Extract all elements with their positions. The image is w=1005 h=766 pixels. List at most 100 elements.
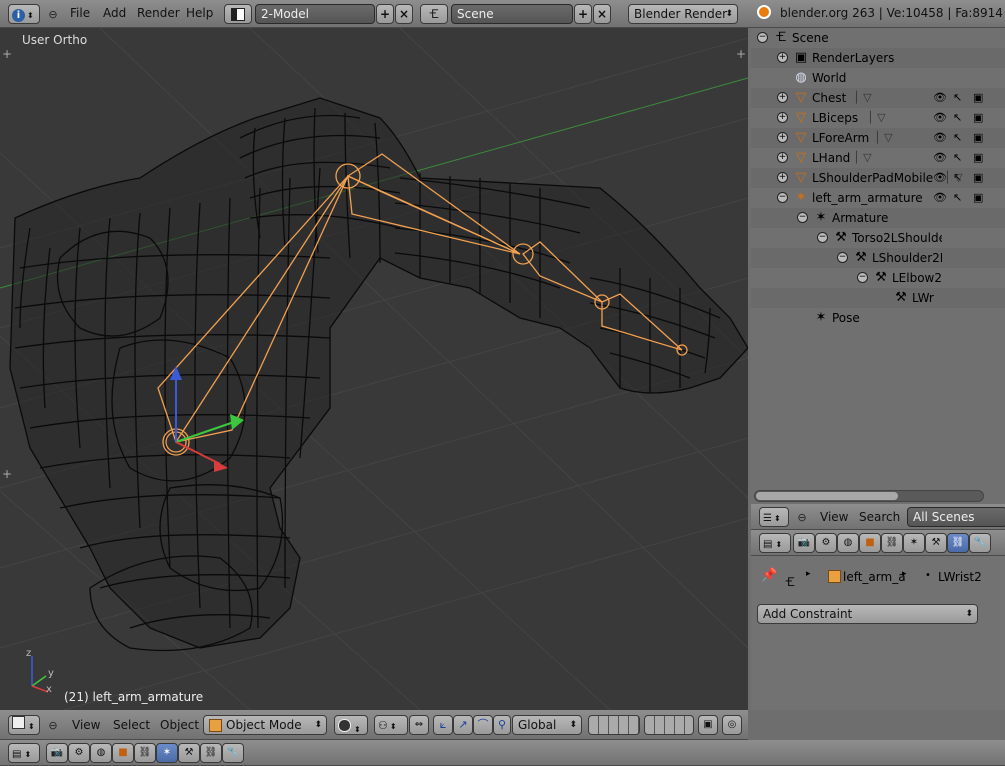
add-scene-button[interactable]: + [574, 4, 592, 24]
outliner-row-label[interactable]: LWr [912, 291, 934, 305]
render-icon[interactable]: ▣ [973, 91, 983, 104]
collapse-icon[interactable]: − [797, 212, 808, 223]
manipulator-scale-button[interactable]: ⌒ [473, 715, 493, 735]
outliner-row[interactable]: − ⚒ LElbow2 [751, 268, 1005, 288]
props-world-tab[interactable]: ◍ [837, 533, 859, 553]
outliner-row-label[interactable]: Pose [832, 311, 860, 325]
outliner-row-label[interactable]: Torso2LShoulde [852, 231, 942, 245]
layer-buttons-group-1[interactable] [588, 715, 640, 735]
layer-buttons-group-2[interactable] [644, 715, 694, 735]
render-engine-dropdown[interactable]: Blender Render ⬍ [628, 4, 738, 24]
expand-icon[interactable]: + [777, 172, 788, 183]
outliner-row[interactable]: + ▽ LBiceps 👁 ↖ ▣ │ ▽ [751, 108, 1005, 128]
delete-scene-button[interactable]: × [593, 4, 611, 24]
manipulator-translate-button[interactable]: ⟀ [433, 715, 453, 735]
plus-handle-icon[interactable]: + [736, 47, 746, 61]
screen-layout-icon-button[interactable] [224, 4, 252, 24]
3d-viewport[interactable]: z y x + + + User Ortho (21) left_arm_arm… [0, 28, 748, 710]
outliner-row-label[interactable]: LShoulderPadMobile [812, 171, 933, 185]
eye-icon[interactable]: 👁 [933, 191, 947, 204]
outliner-row-label[interactable]: LHand [812, 151, 850, 165]
outliner-row-label[interactable]: World [812, 71, 846, 85]
cursor-icon[interactable]: ↖ [953, 151, 962, 164]
expand-icon[interactable]: + [777, 152, 788, 163]
outliner-row-label[interactable]: LElbow2 [892, 271, 942, 285]
mode-dropdown[interactable]: Object Mode ⬍ [203, 715, 327, 735]
manipulator-extra-button[interactable]: ⚲ [493, 715, 511, 735]
props-scene-tab[interactable]: ⚙ [815, 533, 837, 553]
outliner-row[interactable]: + ▣ RenderLayers [751, 48, 1005, 68]
outliner-row-label[interactable]: left_arm_armature [812, 191, 923, 205]
render-icon[interactable]: ▣ [973, 171, 983, 184]
collapse-icon[interactable]: − [757, 32, 768, 43]
render-preview-button[interactable]: ▣ [698, 715, 718, 735]
menu-add[interactable]: Add [103, 6, 126, 20]
collapse-icon[interactable]: − [837, 252, 848, 263]
menu-help[interactable]: Help [186, 6, 213, 20]
editor-type-properties-button[interactable]: ▤ ⬍ [759, 533, 791, 553]
render-icon[interactable]: ▣ [973, 111, 983, 124]
plus-handle-icon[interactable]: + [2, 47, 12, 61]
outliner-row[interactable]: ✶ Pose [751, 308, 1005, 328]
manipulator-toggle[interactable]: ⇔ [409, 715, 429, 735]
outliner-panel[interactable]: − 🝗 Scene + ▣ RenderLayers ◍ World + ▽ Chest 👁 ↖ ▣ │ ▽… [751, 28, 1005, 504]
cursor-icon[interactable]: ↖ [953, 91, 962, 104]
outliner-scrollbar[interactable] [754, 490, 984, 502]
context-constraints-tab[interactable]: ⛓ [134, 743, 156, 763]
editor-type-3dview-button[interactable]: ⬍ [8, 715, 40, 735]
delete-screen-button[interactable]: × [395, 4, 413, 24]
collapse-menu-icon[interactable]: ⊖ [45, 717, 61, 733]
context-world-tab[interactable]: ◍ [90, 743, 112, 763]
snap-toggle[interactable]: ◎ [722, 715, 742, 735]
outliner-row[interactable]: − ✶ left_arm_armature 👁 ↖ ▣ [751, 188, 1005, 208]
props-constraints-tab[interactable]: ⛓ [881, 533, 903, 553]
outliner-row-label[interactable]: Scene [792, 31, 829, 45]
outliner-row-label[interactable]: RenderLayers [812, 51, 894, 65]
scene-icon-button[interactable]: 🝗 [420, 4, 448, 24]
pivot-dropdown[interactable]: ⚇ ⬍ [374, 715, 408, 735]
collapse-icon[interactable]: − [817, 232, 828, 243]
collapse-menu-icon[interactable]: ⊖ [45, 6, 61, 22]
props-bone-tab[interactable]: ⚒ [925, 533, 947, 553]
plus-handle-icon[interactable]: + [2, 467, 12, 481]
context-render-tab[interactable]: 📷 [46, 743, 68, 763]
outliner-row-label[interactable]: LShoulder2L [872, 251, 942, 265]
render-icon[interactable]: ▣ [973, 131, 983, 144]
outliner-row[interactable]: − ⚒ Torso2LShoulde [751, 228, 1005, 248]
eye-icon[interactable]: 👁 [933, 131, 947, 144]
pin-icon[interactable]: 📌 [761, 568, 777, 583]
context-modifiers-tab[interactable]: 🔧 [222, 743, 244, 763]
outliner-row[interactable]: + ▽ Chest 👁 ↖ ▣ │ ▽ [751, 88, 1005, 108]
viewport-shading-dropdown[interactable]: ⬍ [334, 715, 368, 735]
outliner-row-label[interactable]: LForeArm [812, 131, 869, 145]
outliner-row[interactable]: + ▽ LHand 👁 ↖ ▣ │ ▽ [751, 148, 1005, 168]
display-filter-dropdown[interactable]: All Scenes [907, 507, 1005, 527]
context-bone-tab[interactable]: ⚒ [178, 743, 200, 763]
menu-outliner-view[interactable]: View [820, 510, 848, 524]
screen-layout-field[interactable]: 2-Model [255, 4, 375, 24]
outliner-row[interactable]: − ✶ Armature [751, 208, 1005, 228]
menu-render[interactable]: Render [137, 6, 180, 20]
eye-icon[interactable]: 👁 [933, 151, 947, 164]
expand-icon[interactable]: + [777, 52, 788, 63]
eye-icon[interactable]: 👁 [933, 91, 947, 104]
outliner-row[interactable]: ◍ World [751, 68, 1005, 88]
outliner-row[interactable]: + ▽ LForeArm 👁 ↖ ▣ │ ▽ [751, 128, 1005, 148]
collapse-icon[interactable]: − [857, 272, 868, 283]
context-armature-tab[interactable]: ✶ [156, 743, 178, 763]
context-bone-constraint-tab[interactable]: ⛓ [200, 743, 222, 763]
menu-object[interactable]: Object [160, 718, 199, 732]
menu-file[interactable]: File [70, 6, 90, 20]
props-modifiers-tab[interactable]: 🔧 [969, 533, 991, 553]
expand-icon[interactable]: + [777, 92, 788, 103]
menu-view[interactable]: View [72, 718, 100, 732]
breadcrumb-bone[interactable]: LWrist2 [938, 570, 982, 584]
add-screen-button[interactable]: + [376, 4, 394, 24]
editor-type-outliner-button[interactable]: ☰ ⬍ [759, 507, 789, 527]
orientation-dropdown[interactable]: Global ⬍ [512, 715, 582, 735]
expand-icon[interactable]: + [777, 132, 788, 143]
context-scene-tab[interactable]: ⚙ [68, 743, 90, 763]
editor-type-properties-button[interactable]: ▤ ⬍ [8, 743, 40, 763]
outliner-row-label[interactable]: Armature [832, 211, 888, 225]
menu-outliner-search[interactable]: Search [859, 510, 900, 524]
